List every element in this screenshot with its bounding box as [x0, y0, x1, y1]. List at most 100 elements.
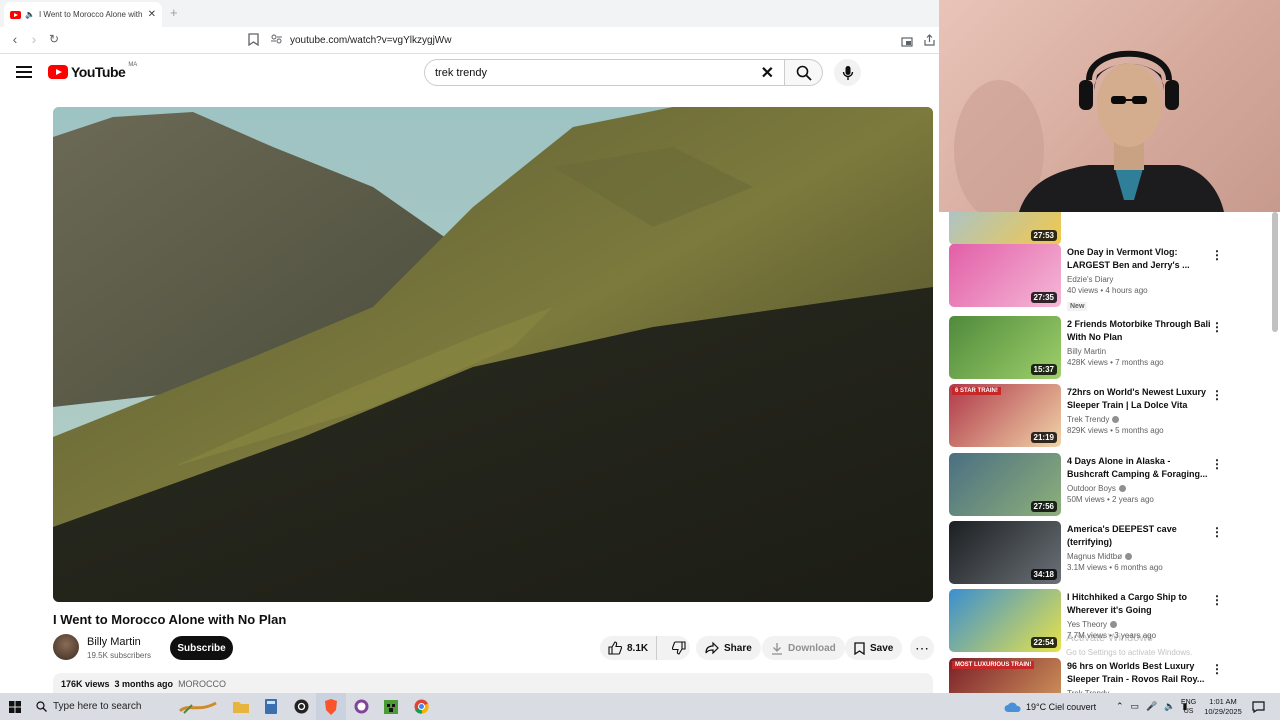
file-explorer-icon[interactable] [226, 693, 256, 720]
kebab-menu-icon[interactable]: ⋮ [1211, 320, 1223, 334]
channel-name[interactable]: Billy Martin [87, 636, 141, 648]
minecraft-icon[interactable] [376, 693, 406, 720]
close-tab-icon[interactable]: ✕ [148, 9, 156, 20]
video-thumbnail[interactable]: MOST LUXURIOUS TRAIN! [949, 658, 1061, 693]
subscribe-button[interactable]: Subscribe [170, 636, 233, 660]
new-tab-button[interactable]: + [170, 5, 178, 20]
bookmark-icon[interactable] [248, 33, 259, 51]
volume-icon[interactable]: 🔈 [1164, 701, 1175, 712]
search-button[interactable] [785, 59, 823, 86]
recommended-title[interactable]: I Hitchhiked a Cargo Ship to Wherever it… [1067, 591, 1212, 617]
recommended-channel[interactable]: Trek Trendy [1067, 415, 1212, 424]
verified-check-icon [1112, 416, 1120, 423]
brave-browser-icon[interactable] [316, 693, 346, 720]
video-thumbnail[interactable]: 15:37 [949, 316, 1061, 379]
recommended-channel-name: Billy Martin [1067, 347, 1107, 356]
notifications-icon[interactable] [1252, 693, 1265, 720]
chrome-icon[interactable] [406, 693, 436, 720]
recommended-video[interactable]: 6 STAR TRAIN! 21:19 72hrs on World's Newes… [949, 384, 1269, 448]
recommended-channel-name: Yes Theory [1067, 620, 1108, 629]
verified-check-icon [1110, 621, 1118, 628]
recommended-video[interactable]: 27:56 4 Days Alone in Alaska - Bushcraft … [949, 453, 1269, 517]
search-input[interactable]: trek trendy ✕ [424, 59, 785, 86]
hamburger-menu-icon[interactable] [16, 66, 32, 78]
video-thumbnail[interactable]: 6 STAR TRAIN! 21:19 [949, 384, 1061, 447]
like-button[interactable]: 8.1K [600, 636, 658, 660]
video-thumbnail[interactable]: 22:54 [949, 589, 1061, 652]
kebab-menu-icon[interactable]: ⋮ [1211, 662, 1223, 676]
microphone-tray-icon[interactable]: 🎤 [1146, 701, 1157, 712]
tray-expand-icon[interactable]: ⌃ [1116, 701, 1124, 712]
recommended-channel-name: Outdoor Boys [1067, 484, 1116, 493]
region-code: US [1183, 707, 1194, 715]
recommended-title[interactable]: America's DEEPEST cave (terrifying) [1067, 523, 1212, 549]
kebab-menu-icon[interactable]: ⋮ [1211, 525, 1223, 539]
recommended-channel[interactable]: Edzie's Diary [1067, 275, 1212, 284]
recommended-channel[interactable]: Yes Theory [1067, 620, 1212, 629]
recommended-channel[interactable]: Billy Martin [1067, 347, 1212, 356]
verified-check-icon [1118, 485, 1126, 492]
site-info-icon[interactable] [271, 34, 282, 47]
video-thumbnail[interactable]: ANTARCTICA27:53 [949, 212, 1061, 245]
download-button[interactable]: Download [762, 636, 845, 660]
forward-button[interactable]: › [25, 31, 43, 47]
start-button[interactable] [0, 693, 30, 720]
kebab-menu-icon[interactable]: ⋮ [1211, 388, 1223, 402]
more-actions-icon[interactable]: ⋯ [910, 636, 934, 660]
download-label: Download [788, 642, 836, 654]
video-duration: 21:19 [1030, 432, 1057, 443]
youtube-logo[interactable]: YouTube MA [48, 62, 137, 80]
back-button[interactable]: ‹ [6, 31, 24, 47]
clock[interactable]: 1:01 AM 10/29/2025 [1203, 693, 1243, 720]
clock-date: 10/29/2025 [1204, 706, 1242, 716]
kebab-menu-icon[interactable]: ⋮ [1211, 593, 1223, 607]
taskbar-search[interactable]: Type here to search [30, 693, 170, 720]
video-duration: 34:18 [1030, 569, 1057, 580]
recommended-video[interactable]: 34:18 America's DEEPEST cave (terrifying)… [949, 521, 1269, 585]
download-icon [772, 642, 782, 655]
video-thumbnail[interactable]: 27:35 [949, 244, 1061, 307]
save-button[interactable]: Save [845, 636, 903, 660]
channel-avatar[interactable] [53, 634, 79, 660]
tor-icon[interactable] [346, 693, 376, 720]
recommended-title[interactable]: 4 Days Alone in Alaska - Bushcraft Campi… [1067, 455, 1212, 481]
thumbnail-label: 6 STAR TRAIN! [952, 387, 1001, 395]
recommended-title[interactable]: 2 Friends Motorbike Through Bali With No… [1067, 318, 1212, 344]
obs-icon[interactable] [286, 693, 316, 720]
voice-search-button[interactable] [834, 59, 861, 86]
video-thumbnail[interactable]: 34:18 [949, 521, 1061, 584]
save-label: Save [870, 642, 894, 654]
url-field[interactable]: youtube.com/watch?v=vgYlkzygjWw [271, 30, 871, 50]
dislike-button[interactable] [662, 636, 696, 660]
input-language[interactable]: ENG US [1181, 693, 1196, 720]
reload-button[interactable]: ↻ [45, 32, 63, 46]
kebab-menu-icon[interactable]: ⋮ [1211, 248, 1223, 262]
recommended-channel[interactable]: Outdoor Boys [1067, 484, 1212, 493]
recommended-meta: 3.1M views • 6 months ago [1067, 563, 1163, 572]
new-badge: New [1067, 302, 1088, 311]
recommended-video[interactable]: 27:35 One Day in Vermont Vlog: LARGEST Be… [949, 244, 1269, 311]
weather-widget[interactable]: 19°C Ciel couvert [1004, 693, 1096, 720]
activate-windows-title: Activate Windows [1066, 632, 1153, 644]
kebab-menu-icon[interactable]: ⋮ [1211, 457, 1223, 471]
recommended-title[interactable]: 72hrs on World's Newest Luxury Sleeper T… [1067, 386, 1212, 412]
clear-search-icon[interactable]: ✕ [761, 63, 774, 83]
video-player[interactable] [53, 107, 933, 602]
recommended-title[interactable]: 96 hrs on Worlds Best Luxury Sleeper Tra… [1067, 660, 1212, 686]
share-page-icon[interactable] [923, 33, 936, 51]
recommended-video[interactable]: ANTARCTICA27:532.2M views • 8 months ago… [949, 212, 1269, 246]
speaker-icon[interactable]: 🔈 [25, 10, 35, 19]
share-button[interactable]: Share [696, 636, 761, 660]
network-icon[interactable]: ▭ [1131, 701, 1140, 712]
screen-cast-icon[interactable] [901, 34, 913, 52]
recommended-video[interactable]: MOST LUXURIOUS TRAIN! 96 hrs on Worlds Be… [949, 658, 1269, 693]
recommended-title[interactable]: One Day in Vermont Vlog: LARGEST Ben and… [1067, 246, 1212, 272]
browser-tab[interactable]: 🔈 I Went to Morocco Alone with ✕ [4, 2, 162, 27]
search-highlight-icon[interactable] [170, 693, 226, 720]
calculator-icon[interactable] [256, 693, 286, 720]
recommended-video[interactable]: 15:37 2 Friends Motorbike Through Bali Wi… [949, 316, 1269, 380]
video-thumbnail[interactable]: 27:56 [949, 453, 1061, 516]
activate-windows-subtitle: Go to Settings to activate Windows. [1066, 648, 1193, 657]
sidebar-scrollbar[interactable] [1272, 212, 1278, 332]
recommended-channel[interactable]: Magnus Midtbø [1067, 552, 1212, 561]
